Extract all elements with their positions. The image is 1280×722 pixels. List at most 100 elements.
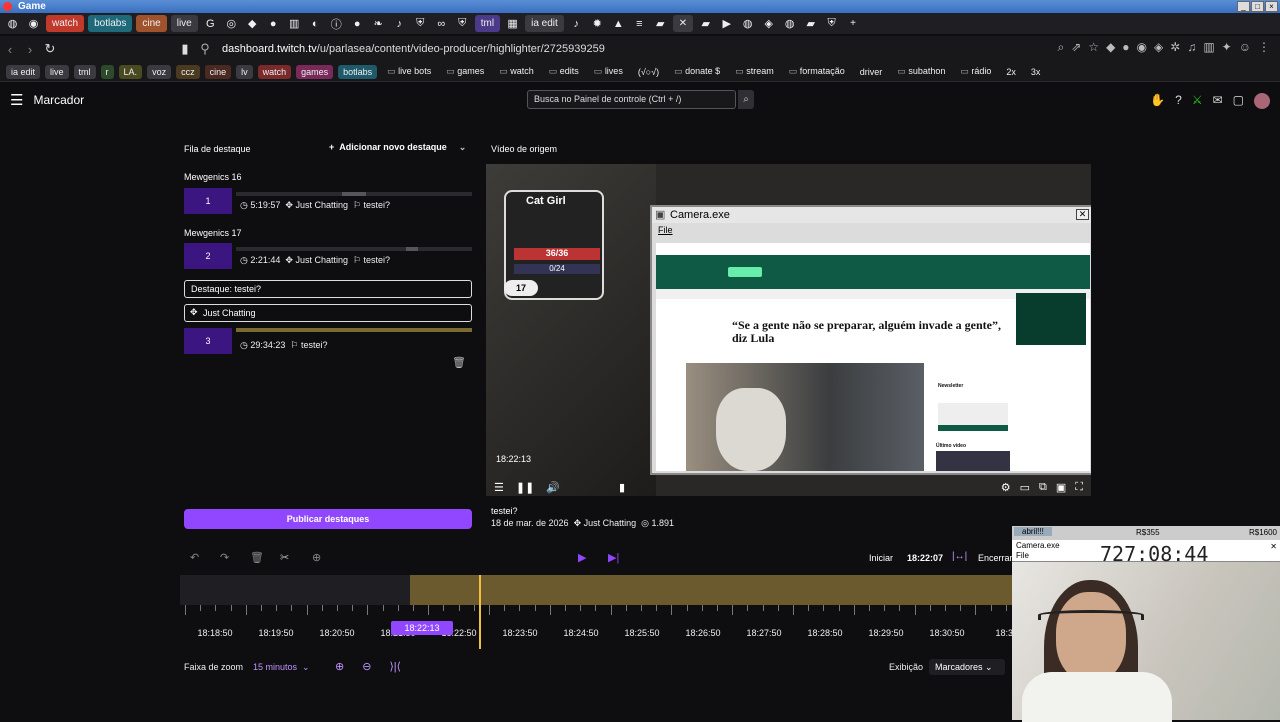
extension-icon[interactable]: ◈ [1154,40,1163,55]
shield-icon[interactable]: ⛨ [823,15,840,32]
pip-icon[interactable]: ▣ [1056,481,1066,494]
layers-icon[interactable]: ≡ [631,15,648,32]
puzzle-icon[interactable]: ✲ [1170,40,1180,55]
record-icon[interactable]: ◉ [25,15,42,32]
reload-icon[interactable]: ↻ [40,41,60,57]
circle-icon[interactable]: ◐ [307,15,324,32]
extension-icon[interactable]: ◆ [1106,40,1115,55]
alert-icon[interactable]: ▲ [610,15,627,32]
chrome-icon[interactable]: ◍ [739,15,756,32]
browser-tab[interactable]: ia edit [525,15,564,32]
delete-icon[interactable]: 🗑 [452,356,466,369]
bookmark-item[interactable]: voz [147,64,172,79]
bookmark-item[interactable]: 3x [1026,65,1046,79]
bookmark-item[interactable]: r [100,64,114,79]
highlight-title-field[interactable]: Destaque: testei? [184,280,472,298]
whispers-icon[interactable]: ▢ [1233,93,1244,109]
playlist-icon[interactable]: ☰ [494,481,504,494]
bookmark-item[interactable]: games [441,64,489,79]
menu-icon[interactable]: ⋮ [1258,40,1270,55]
bookmark-item[interactable]: 2x [1001,65,1021,79]
bookmark-item[interactable]: cine [204,64,232,79]
browser-tab[interactable]: + [844,15,862,32]
inbox-icon[interactable]: ✉ [1213,93,1223,109]
fullscreen-icon[interactable]: ⛶ [1075,481,1083,494]
browser-tab[interactable]: watch [46,15,85,32]
extension-icon[interactable]: ✦ [1222,40,1232,55]
bookmark-item[interactable]: formatação [784,64,850,79]
publish-button[interactable]: Publicar destaques [184,509,472,529]
bookmark-item[interactable]: watch [257,64,292,79]
search-input[interactable]: Busca no Painel de controle (Ctrl + /) [527,90,736,109]
g-icon[interactable]: G [202,15,219,32]
profile-icon[interactable]: ☺ [1239,40,1251,55]
bookmark-item[interactable]: games [296,64,334,79]
chevron-down-icon[interactable]: ⌄ [459,142,467,152]
search-icon[interactable]: ⌕ [738,90,754,109]
extension-icon[interactable]: ◉ [1137,40,1147,55]
clip-icon[interactable]: ⧉ [1039,481,1047,494]
mod-icon[interactable]: ⚔ [1192,93,1203,109]
bookmark-item[interactable]: LA. [118,64,143,79]
music-icon[interactable]: ♫ [1187,40,1196,55]
maximize-icon[interactable]: □ [1251,1,1264,12]
game-icon[interactable]: ◆ [244,15,261,32]
share-icon[interactable]: ⇗ [1071,40,1081,55]
browser-tab[interactable]: cine [136,15,167,32]
grid-icon[interactable]: ▦ [504,15,521,32]
menu-icon[interactable]: ☰ [10,91,23,109]
cursor-time[interactable]: 18:22:13 [391,621,453,635]
bookmark-item[interactable]: ia edit [6,64,41,79]
delete-icon[interactable]: 🗑 [250,551,264,564]
redo-icon[interactable]: ↷ [220,551,229,564]
browser-tab[interactable]: ✕ [672,15,694,32]
bookmark-item[interactable]: tml [73,64,96,79]
highlight-row[interactable]: 2 ◷ 2:21:44 ✥ Just Chatting ⚐ testei? [184,243,472,269]
zoom-icon[interactable]: ⌕ [1058,40,1065,55]
notifications-icon[interactable]: ✋ [1150,93,1165,109]
bookmark-item[interactable]: watch [494,64,539,79]
twitch-icon[interactable]: ▰ [697,15,714,32]
help-icon[interactable]: ? [1175,93,1182,109]
extension-icon[interactable]: ● [1122,40,1129,55]
start-time[interactable]: 18:22:07 [907,553,943,563]
address-bar[interactable]: dashboard.twitch.tv/u/parlasea/content/v… [222,43,605,55]
bookmark-item[interactable]: subathon [892,64,950,79]
bookmark-item[interactable]: edits [544,64,584,79]
fire-icon[interactable]: ✹ [589,15,606,32]
bookmark-item[interactable]: stream [730,64,779,79]
music-icon[interactable]: ♪ [391,15,408,32]
link-icon[interactable]: ∞ [433,15,450,32]
browser-tab[interactable]: live [170,15,198,32]
zoom-select[interactable]: 15 minutos ⌄ [253,662,310,673]
info-icon[interactable]: ⓘ [328,15,345,32]
display-select[interactable]: Marcadores ⌄ [929,659,1005,675]
zoom-out-icon[interactable]: ⊖ [362,660,371,673]
bookmark-item[interactable]: driver [855,65,888,79]
leaf-icon[interactable]: ❧ [370,15,387,32]
bar-icon[interactable]: ▥ [286,15,303,32]
bookmark-item[interactable]: lv [236,64,253,79]
star-icon[interactable]: ☆ [1088,40,1099,55]
back-icon[interactable]: ‹ [0,42,20,57]
set-start-icon[interactable]: |↔| [952,551,967,562]
close-icon[interactable]: × [1265,1,1278,12]
avatar[interactable] [1254,93,1270,109]
forward-icon[interactable]: › [20,42,40,57]
dot-icon[interactable]: ● [349,15,366,32]
settings-icon[interactable]: ⚙ [1001,481,1011,494]
bookmark-item[interactable]: ccz [176,64,200,79]
add-marker-icon[interactable]: ⊕ [312,551,321,564]
browser-tab[interactable]: tml [474,15,501,32]
category-field[interactable]: ✥ Just Chatting [184,304,472,322]
bookmark-item[interactable]: live [45,64,69,79]
bookmark-item[interactable]: rádio [955,64,996,79]
minimize-icon[interactable]: _ [1237,1,1250,12]
zoom-in-icon[interactable]: ⊕ [335,660,344,673]
chrome-icon[interactable]: ◍ [4,15,21,32]
shield-icon[interactable]: ⛨ [412,15,429,32]
pause-icon[interactable]: ❚❚ [516,481,534,494]
add-highlight-button[interactable]: + Adicionar novo destaque ⌄ [329,142,466,153]
shield-icon[interactable]: ⛨ [454,15,471,32]
scissors-icon[interactable]: ✂ [280,551,289,564]
